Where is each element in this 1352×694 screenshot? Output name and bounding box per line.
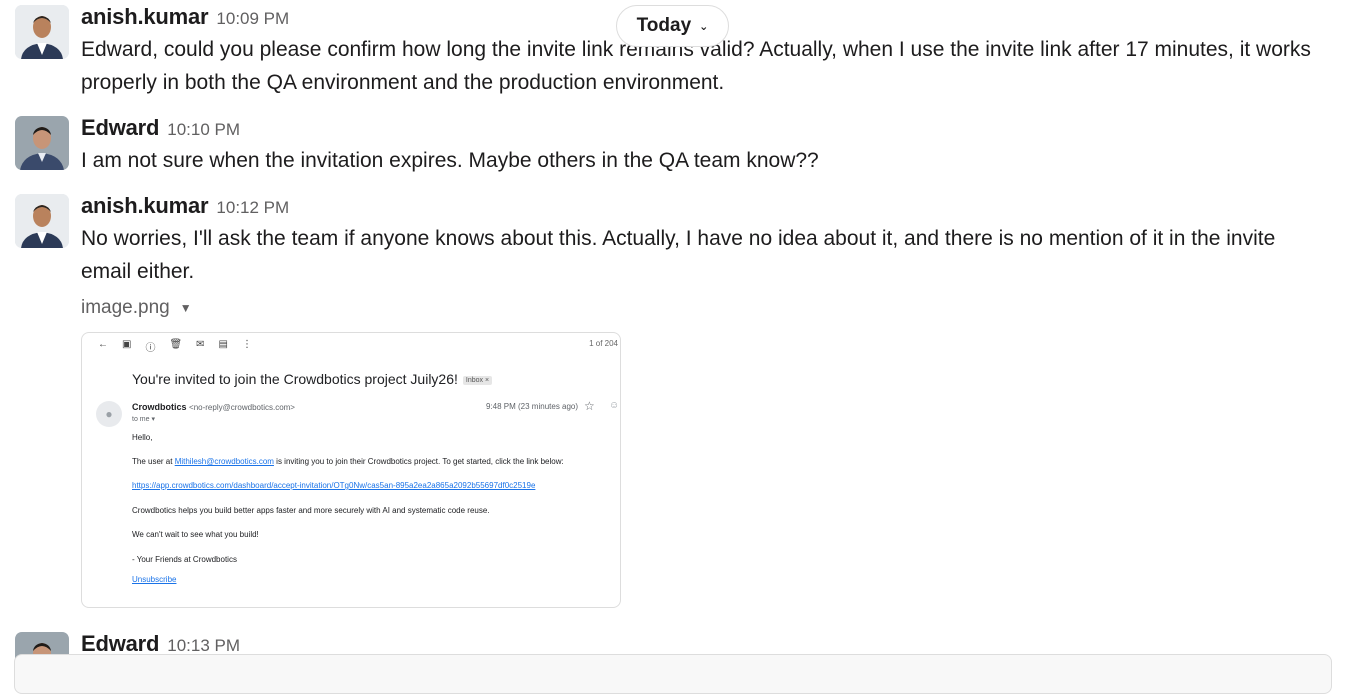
message-time[interactable]: 10:10 PM: [167, 120, 240, 139]
email-received-time: 9:48 PM (23 minutes ago): [486, 402, 579, 411]
email-greeting: Hello,: [132, 433, 153, 442]
email-subject: You're invited to join the Crowdbotics p…: [132, 371, 493, 387]
message-composer[interactable]: [14, 654, 1332, 694]
report-icon: ⓘ: [145, 343, 156, 354]
line1-prefix: The user at: [132, 457, 175, 466]
date-divider-button[interactable]: Today ⌄: [616, 5, 729, 47]
author-name[interactable]: anish.kumar: [81, 193, 209, 218]
unsubscribe-link: Unsubscribe: [132, 575, 177, 584]
mail-icon: ✉: [196, 339, 205, 350]
email-line-2: Crowdbotics helps you build better apps …: [132, 506, 490, 515]
author-name[interactable]: anish.kumar: [81, 4, 209, 29]
message-text: I am not sure when the invitation expire…: [81, 149, 819, 172]
trash-icon: 🗑: [169, 339, 183, 350]
star-icon: ☆: [584, 399, 595, 413]
email-line-3: We can't wait to see what you build!: [132, 530, 259, 539]
attachment-file-name[interactable]: image.png ▼: [81, 297, 192, 319]
avatar[interactable]: [15, 5, 69, 59]
message-text: No worries, I'll ask the team if anyone …: [81, 227, 1276, 283]
sender-address: <no-reply@crowdbotics.com>: [189, 403, 295, 412]
sender-name: Crowdbotics: [132, 402, 187, 412]
chevron-down-icon: ⌄: [699, 20, 709, 33]
archive-icon: ▣: [122, 339, 132, 350]
avatar[interactable]: [15, 194, 69, 248]
inbox-badge: Inbox ×: [462, 375, 493, 385]
back-arrow-icon: ←: [98, 339, 108, 350]
invite-link: https://app.crowdbotics.com/dashboard/ac…: [132, 481, 536, 490]
emoji-icon: ☺: [609, 400, 620, 411]
email-line-1: The user at Mithilesh@crowdbotics.com is…: [132, 457, 564, 466]
author-name[interactable]: Edward: [81, 631, 159, 656]
message-time[interactable]: 10:13 PM: [167, 636, 240, 655]
email-subject-text: You're invited to join the Crowdbotics p…: [132, 371, 458, 387]
sender-avatar-icon: ●: [96, 401, 122, 427]
email-sender: Crowdbotics <no-reply@crowdbotics.com>: [132, 402, 295, 412]
message-time[interactable]: 10:09 PM: [216, 9, 289, 28]
email-toolbar: ← ▣ ⓘ 🗑 ✉ ▤ ⋮: [98, 339, 252, 354]
image-attachment-preview[interactable]: ← ▣ ⓘ 🗑 ✉ ▤ ⋮ 1 of 204 You're invited to…: [81, 332, 621, 608]
date-divider-label: Today: [636, 15, 692, 36]
caret-down-icon[interactable]: ▼: [180, 301, 192, 315]
email-signoff: - Your Friends at Crowdbotics: [132, 555, 237, 564]
file-name-text: image.png: [81, 297, 170, 318]
author-name[interactable]: Edward: [81, 115, 159, 140]
more-vertical-icon: ⋮: [242, 339, 252, 350]
folder-icon: ▤: [218, 339, 228, 350]
user-avatar-icon: [15, 116, 69, 170]
email-recipient: to me ▾: [132, 416, 155, 423]
email-counter: 1 of 204: [589, 339, 618, 348]
user-avatar-icon: [15, 5, 69, 59]
email-address-link: Mithilesh@crowdbotics.com: [174, 457, 274, 466]
avatar[interactable]: [15, 116, 69, 170]
user-avatar-icon: [15, 194, 69, 248]
line1-suffix: is inviting you to join their Crowdbotic…: [273, 457, 564, 466]
message-time[interactable]: 10:12 PM: [216, 198, 289, 217]
